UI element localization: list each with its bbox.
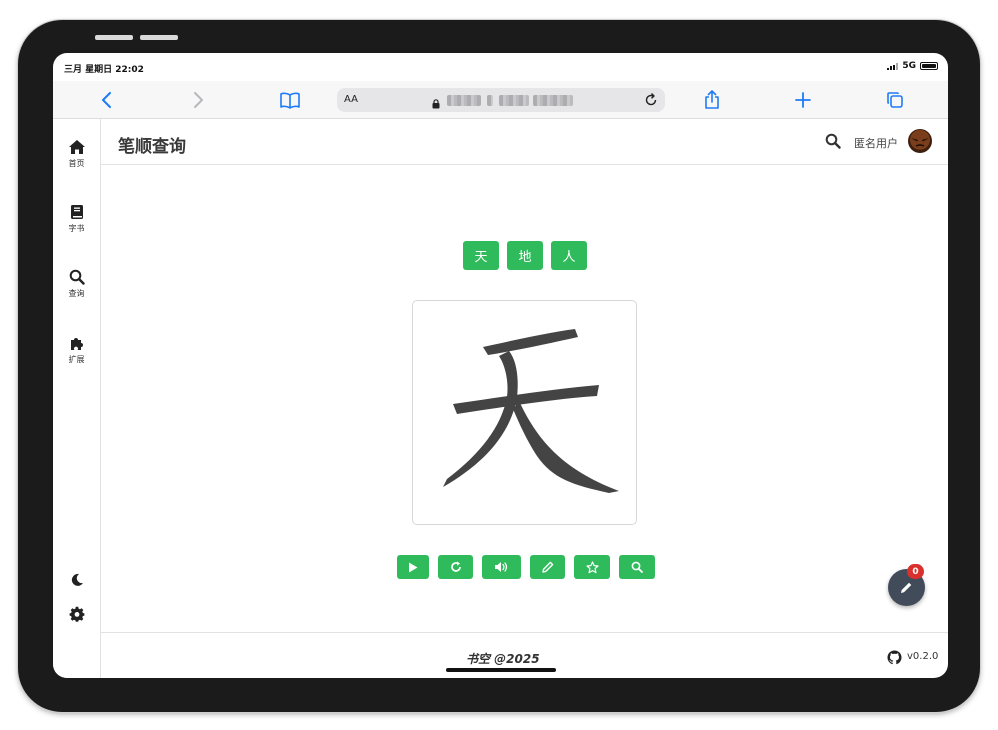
search-icon <box>69 269 85 285</box>
github-icon[interactable] <box>887 650 902 669</box>
url-redacted <box>533 95 573 106</box>
sound-button[interactable] <box>482 555 521 579</box>
device-button <box>95 35 133 40</box>
tablet-screen: 三月 星期日 22:02 5G AA 首页 字书 查询 扩展 笔顺查询 匿名用户… <box>53 53 948 678</box>
reader-aa-button[interactable]: AA <box>344 94 358 105</box>
status-bar: 三月 星期日 22:02 5G <box>53 53 948 81</box>
network-label: 5G <box>902 61 916 71</box>
copyright: 书空 @2025 <box>466 652 540 666</box>
play-icon <box>409 562 418 572</box>
action-bar <box>397 555 655 579</box>
url-redacted <box>447 95 481 106</box>
notification-badge: 0 <box>907 564 924 579</box>
forward-icon[interactable] <box>185 87 211 113</box>
sidebar-item-label: 查询 <box>68 289 85 298</box>
book-icon <box>70 205 83 219</box>
new-tab-icon[interactable] <box>790 87 816 113</box>
pencil-icon <box>541 561 553 573</box>
sidebar-item-book[interactable]: 字书 <box>53 204 100 234</box>
lookup-button[interactable] <box>619 555 655 579</box>
stroke-canvas[interactable] <box>412 300 637 525</box>
sidebar-item-home[interactable]: 首页 <box>53 139 100 169</box>
star-icon <box>585 560 599 573</box>
reload-icon[interactable] <box>642 91 660 109</box>
status-time: 三月 星期日 22:02 <box>64 65 144 75</box>
character-glyph <box>443 329 619 493</box>
header-search-icon[interactable] <box>825 133 841 153</box>
status-indicators: 5G <box>887 61 938 71</box>
pencil-icon <box>901 582 912 593</box>
moon-icon <box>71 573 83 586</box>
char-tab-0[interactable]: 天 <box>463 241 499 270</box>
main-header: 笔顺查询 匿名用户 <box>101 119 948 165</box>
gear-icon <box>69 606 84 622</box>
volume-icon <box>495 562 508 572</box>
theme-toggle[interactable] <box>53 573 100 587</box>
sidebar-item-label: 首页 <box>68 159 85 168</box>
device-button <box>140 35 178 40</box>
sidebar-item-label: 字书 <box>68 224 85 233</box>
share-icon[interactable] <box>699 87 725 113</box>
back-icon[interactable] <box>94 87 120 113</box>
avatar[interactable] <box>908 129 932 153</box>
search-icon <box>631 561 643 573</box>
settings-button[interactable] <box>53 606 100 622</box>
char-tab-1[interactable]: 地 <box>507 241 543 270</box>
signal-icon <box>887 62 899 70</box>
page-title: 笔顺查询 <box>118 137 186 157</box>
char-tab-2[interactable]: 人 <box>551 241 587 270</box>
tabs-icon[interactable] <box>882 87 908 113</box>
sidebar: 首页 字书 查询 扩展 <box>53 119 101 678</box>
favorite-button[interactable] <box>574 555 610 579</box>
sidebar-item-extensions[interactable]: 扩展 <box>53 335 100 365</box>
write-button[interactable] <box>530 555 565 579</box>
play-button[interactable] <box>397 555 429 579</box>
battery-icon <box>920 62 938 70</box>
address-bar[interactable]: AA <box>337 88 665 112</box>
browser-toolbar: AA <box>53 81 948 119</box>
character-tabs: 天 地 人 <box>463 241 587 270</box>
lock-icon <box>432 94 440 113</box>
username[interactable]: 匿名用户 <box>854 135 898 151</box>
home-indicator <box>446 668 556 672</box>
url-redacted <box>487 95 493 106</box>
url-redacted <box>499 95 529 106</box>
version-label: v0.2.0 <box>907 651 939 662</box>
puzzle-icon <box>70 338 83 350</box>
home-icon <box>68 140 85 154</box>
redo-icon <box>450 561 461 572</box>
bookmarks-icon[interactable] <box>277 87 303 113</box>
sidebar-item-label: 扩展 <box>68 355 85 364</box>
sidebar-item-search[interactable]: 查询 <box>53 269 100 299</box>
redo-button[interactable] <box>438 555 473 579</box>
